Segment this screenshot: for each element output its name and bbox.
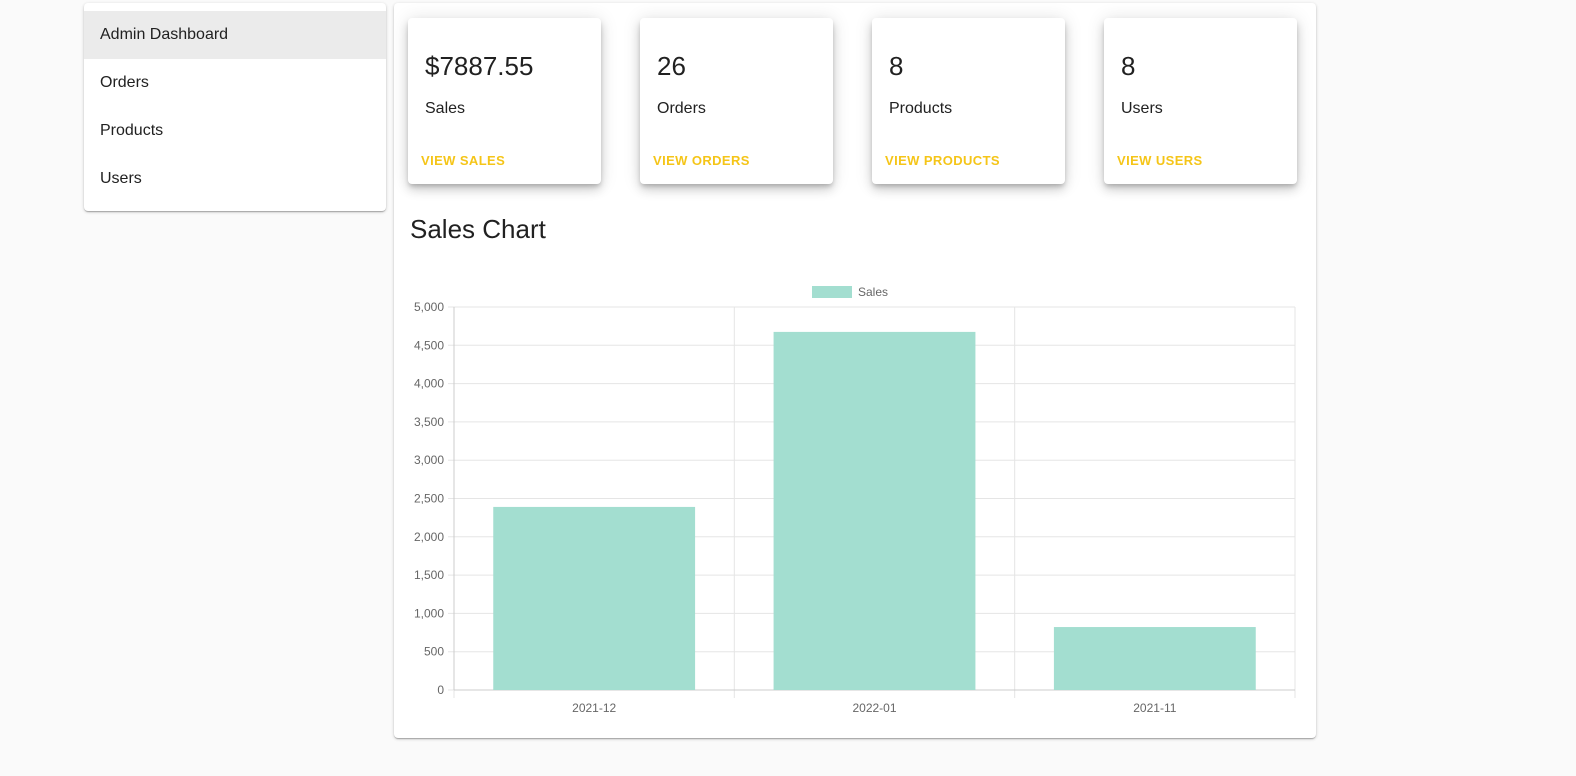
y-tick-label: 500	[424, 645, 444, 659]
y-tick-label: 4,000	[414, 377, 444, 391]
sidebar-item-orders[interactable]: Orders	[84, 59, 386, 107]
sidebar-item-users[interactable]: Users	[84, 155, 386, 203]
y-tick-label: 2,000	[414, 530, 444, 544]
dashboard-panel: $7887.55 Sales VIEW SALES 26 Orders VIEW…	[394, 3, 1316, 738]
y-tick-label: 1,500	[414, 568, 444, 582]
y-tick-label: 1,000	[414, 606, 444, 620]
x-tick-label: 2021-12	[572, 701, 616, 715]
y-tick-label: 3,000	[414, 453, 444, 467]
y-tick-label: 3,500	[414, 415, 444, 429]
bar-2021-12	[493, 506, 696, 690]
sales-chart: 5,000 4,500 4,000 3,500 3,000 2,500 2,000 1,500…	[414, 285, 1296, 715]
x-tick-label: 2022-01	[852, 701, 896, 715]
bar-2021-11	[1053, 627, 1256, 690]
bar-2022-01	[773, 331, 976, 690]
sidebar-nav: Admin Dashboard Orders Products Users	[84, 3, 386, 211]
x-tick-label: 2021-11	[1133, 701, 1176, 715]
sidebar-item-admin-dashboard[interactable]: Admin Dashboard	[84, 11, 386, 59]
y-tick-label: 4,500	[414, 338, 444, 352]
legend-label: Sales	[858, 285, 888, 299]
y-tick-label: 0	[437, 683, 444, 697]
sidebar-item-products[interactable]: Products	[84, 107, 386, 155]
y-tick-label: 5,000	[414, 300, 444, 314]
y-tick-label: 2,500	[414, 492, 444, 506]
legend-swatch	[812, 286, 852, 298]
